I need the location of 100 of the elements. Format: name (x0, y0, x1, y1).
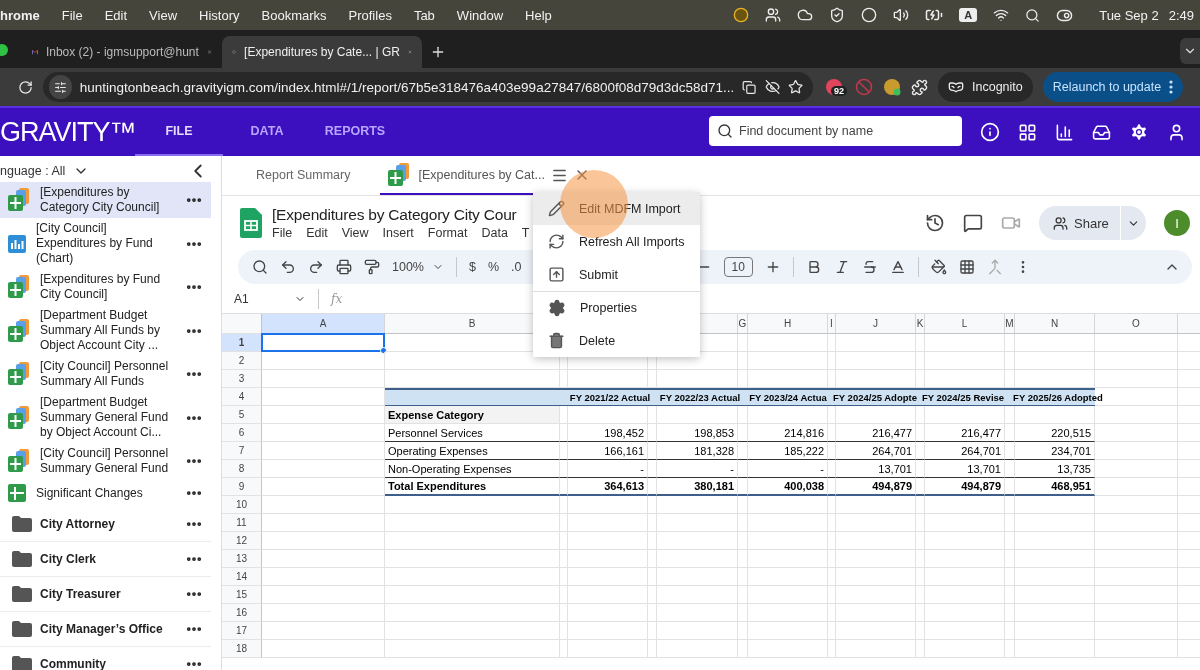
grid-cell[interactable] (385, 496, 560, 514)
grid-cell[interactable] (560, 514, 568, 532)
zoom-select[interactable]: 100% (392, 260, 444, 274)
grid-cell[interactable] (738, 550, 748, 568)
grid-cell[interactable] (568, 604, 648, 622)
sidebar-item[interactable]: Community (0, 647, 211, 670)
grid-cell[interactable] (262, 532, 385, 550)
grid-cell[interactable] (738, 352, 748, 370)
nav-tab[interactable]: FILE (135, 108, 223, 156)
volume-icon[interactable] (893, 7, 910, 23)
grid-cell[interactable] (262, 604, 385, 622)
table-cell[interactable]: 264,701 (925, 442, 1005, 460)
bar-chart-icon[interactable] (1055, 122, 1074, 142)
column-header[interactable]: O (1095, 314, 1178, 334)
grid-cell[interactable] (1005, 604, 1015, 622)
menu-item[interactable]: View (149, 7, 178, 23)
grid-cell[interactable] (916, 406, 925, 424)
grid-cell[interactable] (648, 424, 657, 442)
grid-cell[interactable] (738, 604, 748, 622)
menu-item[interactable]: Profiles (348, 7, 392, 23)
grid-cell[interactable] (828, 604, 836, 622)
grid-cell[interactable] (1095, 532, 1178, 550)
grid-cell[interactable] (916, 604, 925, 622)
grid-cell[interactable] (648, 496, 657, 514)
grid-cell[interactable] (748, 532, 828, 550)
table-cell[interactable]: Total Expenditures (385, 478, 560, 496)
fill-color-icon[interactable] (930, 259, 947, 275)
grid-cell[interactable] (262, 568, 385, 586)
grid-cell[interactable] (648, 514, 657, 532)
grid-cell[interactable] (1005, 532, 1015, 550)
menu-item[interactable]: Window (456, 7, 504, 23)
grid-cell[interactable] (836, 352, 916, 370)
grid-cell[interactable] (748, 586, 828, 604)
table-cell[interactable]: 364,613 (568, 478, 648, 496)
grid-cell[interactable] (648, 442, 657, 460)
grid-cell[interactable] (916, 478, 925, 496)
grid-cell[interactable] (1095, 478, 1178, 496)
block-icon[interactable] (855, 78, 873, 96)
grid-cell[interactable] (1015, 550, 1095, 568)
grid-cell[interactable] (1015, 568, 1095, 586)
grid-cell[interactable] (836, 622, 916, 640)
grid-cell[interactable] (385, 550, 560, 568)
selected-cell[interactable] (262, 334, 385, 352)
table-cell[interactable]: 264,701 (836, 442, 916, 460)
grid-cell[interactable] (925, 640, 1005, 658)
table-cell[interactable]: Operating Expenses (385, 442, 560, 460)
grid-cell[interactable] (828, 640, 836, 658)
grid-cell[interactable] (262, 496, 385, 514)
name-box[interactable]: A1 (234, 291, 306, 306)
cloud-icon[interactable] (797, 7, 814, 23)
grid-cell[interactable] (1005, 406, 1015, 424)
grid-cell[interactable] (1005, 478, 1015, 496)
grid-cell[interactable] (1005, 550, 1015, 568)
grid-cell[interactable] (560, 640, 568, 658)
grid-cell[interactable] (748, 604, 828, 622)
grid-cell[interactable] (262, 550, 385, 568)
grid-cell[interactable] (1005, 586, 1015, 604)
site-info-button[interactable] (49, 75, 72, 99)
grid-cell[interactable] (916, 460, 925, 478)
grid-cell[interactable] (1005, 334, 1015, 352)
grid-cell[interactable] (1005, 424, 1015, 442)
sheet-menu-item[interactable]: Data (481, 226, 508, 240)
grid-cell[interactable] (1005, 460, 1015, 478)
grid-cell[interactable] (568, 640, 648, 658)
grid-cell[interactable] (738, 406, 748, 424)
nav-tab[interactable]: REPORTS (311, 108, 399, 156)
grid-cell[interactable] (568, 532, 648, 550)
sidebar-item[interactable]: City Clerk (0, 542, 211, 577)
grid-cell[interactable] (738, 424, 748, 442)
sidebar-item[interactable]: City Attorney (0, 507, 211, 542)
table-cell[interactable]: 234,701 (1015, 442, 1095, 460)
column-header[interactable]: N (1015, 314, 1095, 334)
font-size-field[interactable]: 10 (723, 257, 753, 277)
document-tab[interactable]: Report Summary (250, 157, 357, 195)
grid-cell[interactable] (657, 496, 738, 514)
sidebar-item[interactable]: [Expenditures by Fund City Council] (0, 269, 211, 305)
table-cell[interactable]: 214,816 (748, 424, 828, 442)
grid-cell[interactable] (828, 550, 836, 568)
grid-cell[interactable] (836, 514, 916, 532)
grid-cell[interactable] (828, 514, 836, 532)
grid-cell[interactable] (262, 424, 385, 442)
grid-cell[interactable] (828, 478, 836, 496)
grid-cell[interactable] (560, 406, 568, 424)
user-avatar[interactable]: I (1164, 210, 1190, 236)
grid-cell[interactable] (657, 532, 738, 550)
table-cell[interactable]: 198,853 (657, 424, 738, 442)
grid-cell[interactable] (560, 532, 568, 550)
decimal-format[interactable]: .0 (511, 260, 522, 274)
grid-cell[interactable] (738, 514, 748, 532)
table-cell[interactable]: 181,328 (657, 442, 738, 460)
column-header[interactable]: H (748, 314, 828, 334)
grid-cell[interactable] (1095, 406, 1178, 424)
grid-cell[interactable] (1095, 424, 1178, 442)
grid-cell[interactable] (828, 496, 836, 514)
grid-cell[interactable] (916, 352, 925, 370)
grid-cell[interactable] (916, 586, 925, 604)
strikethrough-icon[interactable] (861, 259, 878, 275)
menu-item[interactable]: Properties (533, 291, 700, 324)
grid-cell[interactable] (836, 550, 916, 568)
currency-format[interactable]: $ (469, 260, 476, 274)
